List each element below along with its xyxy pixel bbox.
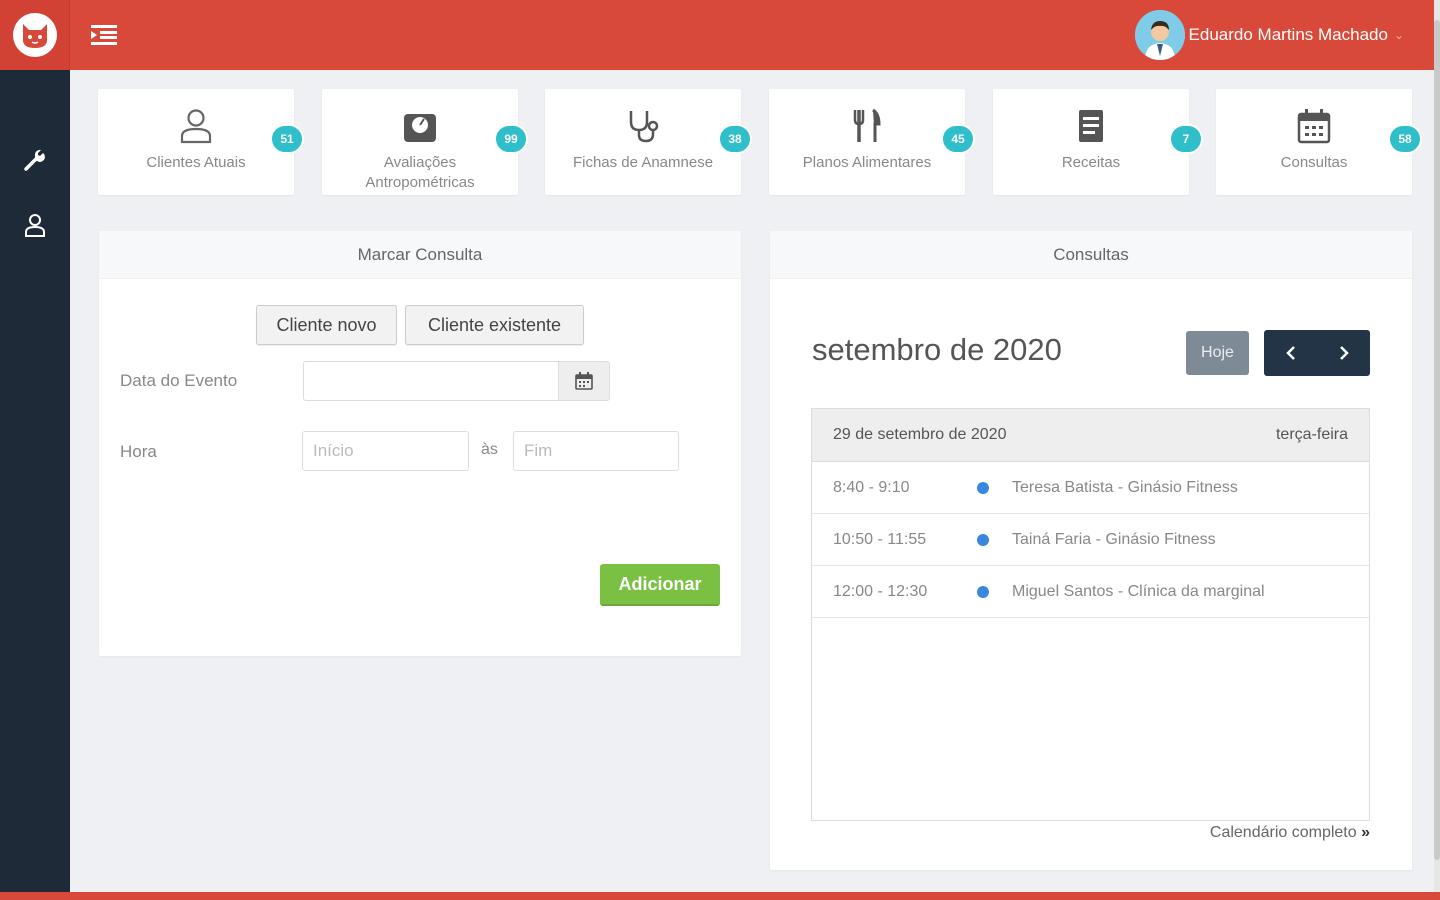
calendar-icon[interactable]: [558, 361, 610, 401]
stat-label: Consultas: [1280, 154, 1348, 171]
app-logo[interactable]: [0, 0, 70, 70]
agenda-list: 29 de setembro de 2020 terça-feira 8:40 …: [811, 408, 1370, 821]
scrollbar[interactable]: [1434, 0, 1440, 892]
event-time: 8:40 - 9:10: [833, 478, 910, 496]
event-title: Teresa Batista - Ginásio Fitness: [1012, 478, 1238, 496]
footer-strip: [0, 892, 1440, 900]
count-badge: 45: [941, 124, 975, 154]
stethoscope-icon: [545, 108, 741, 144]
fork-knife-icon: [769, 108, 965, 144]
stat-card-fichas[interactable]: Fichas de Anamnese: [545, 89, 741, 195]
list-item[interactable]: 12:00 - 12:30 Miguel Santos - Clínica da…: [812, 566, 1369, 618]
user-icon: [98, 108, 294, 144]
event-dot: [977, 585, 989, 598]
end-time-field[interactable]: Fim: [513, 431, 679, 471]
event-dot: [977, 481, 989, 494]
stat-card-planos[interactable]: Planos Alimentares: [769, 89, 965, 195]
stat-label: Clientes Atuais: [146, 154, 246, 171]
logo-icon: [12, 13, 57, 57]
full-calendar-label: Calendário completo: [1209, 824, 1357, 841]
date-label: Data do Evento: [120, 371, 238, 390]
stat-label: Receitas: [1061, 154, 1121, 171]
calendar-icon: [1216, 108, 1412, 144]
user-icon[interactable]: [20, 210, 50, 240]
wrench-icon[interactable]: [20, 145, 50, 175]
count-badge: 7: [1169, 124, 1203, 154]
time-separator: às: [481, 441, 498, 458]
chevron-down-icon: ⌄: [1393, 28, 1404, 42]
chevron-left-icon[interactable]: [1264, 330, 1317, 376]
event-time: 10:50 - 11:55: [833, 530, 927, 548]
scrollbar-thumb[interactable]: [1434, 20, 1440, 860]
count-badge: 51: [270, 124, 304, 154]
double-chevron-right-icon: »: [1361, 824, 1370, 841]
sidebar: [0, 70, 70, 892]
date-field[interactable]: [303, 361, 559, 401]
full-calendar-link[interactable]: Calendário completo »: [1210, 824, 1370, 842]
stat-card-receitas[interactable]: Receitas: [993, 89, 1189, 195]
add-button[interactable]: Adicionar: [600, 564, 720, 606]
chevron-right-icon[interactable]: [1317, 330, 1370, 376]
existing-client-button[interactable]: Cliente existente: [405, 305, 584, 345]
stat-label: Avaliações Antropométricas: [365, 154, 475, 191]
day-name: terça-feira: [1275, 426, 1348, 443]
panel-title: Marcar Consulta: [99, 231, 741, 279]
start-time-field[interactable]: Início: [302, 431, 469, 471]
stat-card-avaliacoes[interactable]: Avaliações Antropométricas: [322, 89, 518, 195]
list-item[interactable]: 10:50 - 11:55 Tainá Faria - Ginásio Fitn…: [812, 514, 1369, 566]
stat-label: Fichas de Anamnese: [572, 154, 714, 171]
today-button[interactable]: Hoje: [1186, 331, 1249, 375]
count-badge: 99: [494, 124, 528, 154]
count-badge: 58: [1388, 124, 1422, 154]
month-nav: [1264, 330, 1370, 376]
list-item[interactable]: 8:40 - 9:10 Teresa Batista - Ginásio Fit…: [812, 462, 1369, 514]
month-title: setembro de 2020: [812, 332, 1062, 367]
menu-toggle-icon[interactable]: [90, 22, 118, 48]
count-badge: 38: [718, 124, 752, 154]
day-date: 29 de setembro de 2020: [833, 426, 1007, 443]
event-time: 12:00 - 12:30: [833, 582, 928, 600]
time-label: Hora: [120, 442, 157, 461]
event-title: Tainá Faria - Ginásio Fitness: [1012, 530, 1216, 548]
document-icon: [993, 108, 1189, 144]
stat-label: Planos Alimentares: [802, 154, 932, 171]
new-client-button[interactable]: Cliente novo: [256, 305, 397, 345]
event-title: Miguel Santos - Clínica da marginal: [1012, 582, 1265, 600]
event-dot: [977, 533, 989, 546]
stat-card-consultas[interactable]: Consultas: [1216, 89, 1412, 195]
user-name: Eduardo Martins Machado: [1188, 25, 1388, 44]
panel-title: Consultas: [770, 231, 1412, 279]
top-bar: Eduardo Martins Machado ⌄: [0, 0, 1440, 70]
avatar: [1134, 10, 1185, 60]
day-header: 29 de setembro de 2020 terça-feira: [812, 409, 1369, 462]
scale-icon: [322, 108, 518, 144]
stat-card-clientes[interactable]: Clientes Atuais: [98, 89, 294, 195]
user-menu[interactable]: Eduardo Martins Machado ⌄: [1134, 10, 1404, 60]
